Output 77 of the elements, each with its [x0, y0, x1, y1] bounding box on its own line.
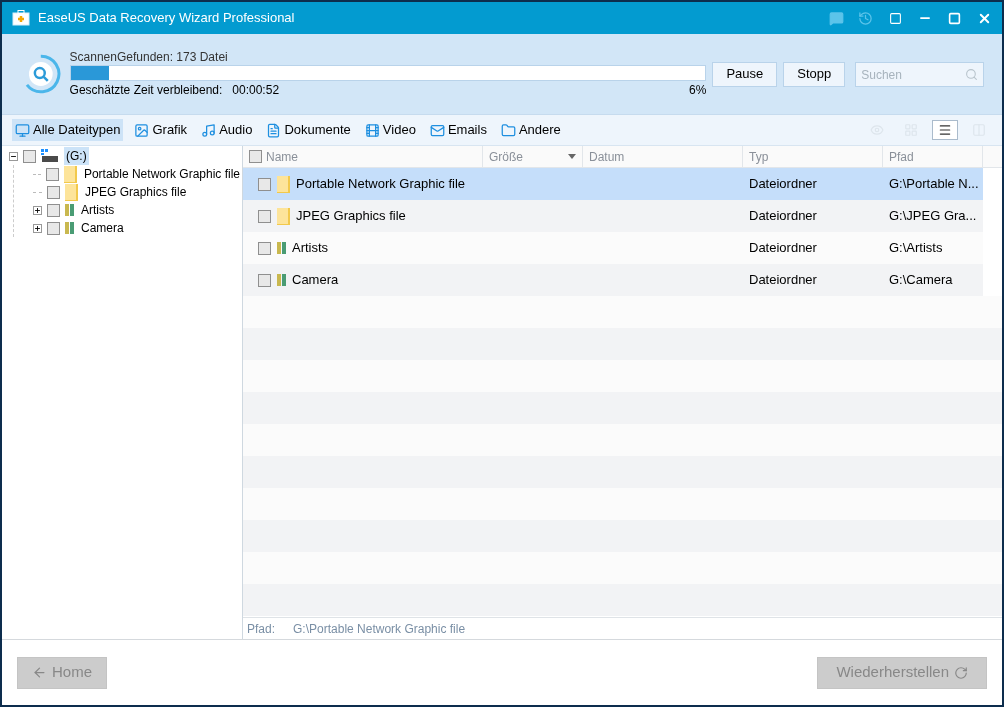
drive-icon	[41, 149, 59, 163]
checkbox[interactable]	[47, 203, 60, 217]
expand-icon[interactable]	[33, 205, 42, 215]
file-name: JPEG Graphics file	[296, 207, 406, 226]
redo-icon	[954, 665, 968, 680]
file-path: G:\Artists	[888, 239, 944, 258]
scan-button[interactable]: Pause	[712, 61, 778, 87]
progress-percent: 6%	[689, 81, 707, 99]
time-remaining: 00:00:52	[232, 81, 280, 99]
checkbox[interactable]	[258, 273, 271, 287]
filter-tab[interactable]: Audio	[198, 119, 256, 141]
search-field[interactable]: Suchen	[855, 62, 984, 87]
scan-status: ScannenGefunden: 173 Datei	[69, 49, 229, 65]
library-icon	[65, 222, 74, 234]
file-path: G:\JPEG Gra...	[888, 207, 978, 226]
monitor-icon	[15, 122, 30, 138]
file-row[interactable]: Artists Dateiordner G:\Artists	[243, 232, 983, 264]
filter-tab[interactable]: Emails	[426, 119, 490, 141]
filter-tab[interactable]: Alle Dateitypen	[12, 119, 124, 141]
folder-icon	[277, 207, 290, 225]
folder-icon	[63, 165, 77, 183]
checkbox[interactable]	[45, 167, 59, 181]
tree-item[interactable]: Artists	[79, 201, 117, 219]
expand-icon[interactable]	[33, 223, 42, 233]
history-icon[interactable]	[858, 10, 873, 26]
sort-caret-icon	[568, 154, 576, 159]
checkbox[interactable]	[23, 149, 36, 163]
file-row[interactable]: JPEG Graphics file Dateiordner G:\JPEG Gra...	[243, 200, 983, 232]
tree-item[interactable]: Camera	[79, 219, 126, 237]
maximize-icon[interactable]	[948, 11, 961, 25]
tree-item[interactable]: (G:)	[64, 147, 89, 165]
music-note-icon	[201, 122, 217, 138]
dropdown-window-icon[interactable]	[889, 11, 902, 25]
file-type: Dateiordner	[748, 239, 818, 258]
status-label: Pfad:	[247, 620, 276, 638]
collapse-icon[interactable]	[9, 151, 18, 161]
checkbox[interactable]	[258, 209, 271, 223]
status-path: G:\Portable Network Graphic file	[293, 620, 466, 638]
view-mode-button[interactable]	[932, 120, 958, 140]
list-icon	[938, 123, 952, 137]
folder-icon	[277, 175, 290, 193]
checkbox[interactable]	[258, 241, 271, 255]
filter-tab[interactable]: Grafik	[131, 119, 191, 141]
checkbox[interactable]	[249, 150, 262, 163]
folder-icon	[500, 122, 516, 138]
document-icon	[266, 122, 282, 138]
filter-tab[interactable]: Andere	[497, 119, 564, 141]
file-type: Dateiordner	[748, 271, 818, 290]
file-path: G:\Portable N...	[888, 175, 980, 194]
checkbox[interactable]	[47, 185, 60, 199]
scan-button[interactable]: Stopp	[783, 61, 846, 87]
image-icon	[134, 122, 150, 138]
filter-tab[interactable]: Video	[361, 119, 419, 141]
tree-item[interactable]: Portable Network Graphic file	[81, 165, 242, 183]
checkbox[interactable]	[47, 221, 60, 235]
file-name: Portable Network Graphic file	[296, 175, 466, 194]
time-label: Geschätzte Zeit verbleibend:	[69, 81, 223, 99]
file-type: Dateiordner	[748, 207, 818, 226]
checkbox[interactable]	[258, 177, 271, 191]
file-name: Camera	[292, 271, 339, 290]
file-name: Artists	[292, 239, 329, 258]
window-title: EaseUS Data Recovery Wizard Professional	[38, 9, 296, 28]
folder-icon	[65, 183, 78, 201]
toolbox-icon	[12, 10, 30, 26]
file-row[interactable]: Camera Dateiordner G:\Camera	[243, 264, 983, 296]
library-icon	[277, 242, 286, 254]
file-row[interactable]: Portable Network Graphic file Dateiordner G:\Portable N...	[243, 168, 983, 200]
file-type: Dateiordner	[748, 175, 818, 194]
library-icon	[277, 274, 286, 286]
search-icon	[965, 67, 978, 81]
envelope-icon	[429, 122, 445, 138]
file-path: G:\Camera	[888, 271, 954, 290]
tree-item[interactable]: JPEG Graphics file	[83, 183, 189, 201]
film-icon	[364, 122, 380, 138]
library-icon	[65, 204, 74, 216]
filter-tab[interactable]: Dokumente	[263, 119, 354, 141]
chat-icon[interactable]	[829, 10, 844, 26]
